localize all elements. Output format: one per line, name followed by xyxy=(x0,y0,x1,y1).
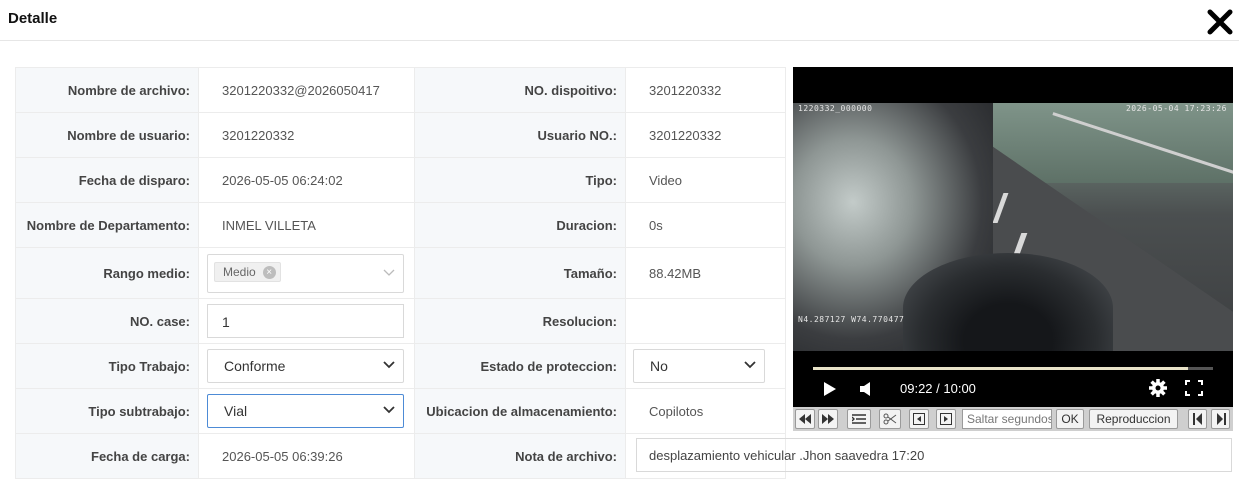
work-type-label: Tipo Trabajo: xyxy=(15,343,199,389)
file-name-label: Nombre de archivo: xyxy=(15,67,199,113)
progress-fill xyxy=(813,367,1188,370)
chevron-down-icon xyxy=(383,269,395,276)
work-subtype-value: Vial xyxy=(224,403,248,419)
rewind-button[interactable] xyxy=(795,409,815,429)
trigger-date-value: 2026-05-05 06:24:02 xyxy=(198,157,415,203)
fullscreen-icon[interactable] xyxy=(1185,380,1203,396)
osd-device: 1220332_000000 xyxy=(798,104,873,113)
close-icon[interactable] xyxy=(1207,9,1233,35)
ok-button[interactable]: OK xyxy=(1056,409,1084,429)
resolution-label: Resolucion: xyxy=(414,298,626,344)
table-row: Tipo Trabajo: Conforme Estado de protecc… xyxy=(15,343,786,389)
prev-frame-button[interactable] xyxy=(909,409,929,429)
media-range-label: Rango medio: xyxy=(15,247,199,299)
video-controls: 09:22 / 10:00 xyxy=(793,359,1233,407)
storage-value: Copilotos xyxy=(625,388,786,434)
first-button[interactable] xyxy=(1188,409,1207,429)
chevron-down-icon xyxy=(383,361,395,369)
upload-date-value: 2026-05-05 06:39:26 xyxy=(198,433,415,479)
detail-table: Nombre de archivo: 3201220332@2026050417… xyxy=(15,67,786,479)
progress-bar[interactable] xyxy=(813,367,1213,370)
table-row: Fecha de disparo: 2026-05-05 06:24:02 Ti… xyxy=(15,157,786,203)
table-row: Rango medio: Medio × Tamaño: 88.42MB xyxy=(15,247,786,299)
protection-label: Estado de proteccion: xyxy=(414,343,626,389)
list-icon xyxy=(851,414,866,424)
work-type-value: Conforme xyxy=(224,358,286,374)
size-label: Tamaño: xyxy=(414,247,626,299)
list-button[interactable] xyxy=(847,409,871,429)
file-name-value: 3201220332@2026050417 xyxy=(198,67,415,113)
rewind-icon xyxy=(799,414,811,424)
media-range-tag-label: Medio xyxy=(223,264,256,279)
skip-end-icon xyxy=(1216,413,1226,425)
scissors-icon xyxy=(883,413,897,425)
video-frame: 1220332_000000 2026-05-04 17:23:26 N4.28… xyxy=(793,103,1233,351)
type-value: Video xyxy=(625,157,786,203)
protection-value: No xyxy=(650,358,668,374)
size-value: 88.42MB xyxy=(625,247,786,299)
storage-label: Ubicacion de almacenamiento: xyxy=(414,388,626,434)
protection-select[interactable]: No xyxy=(633,349,765,383)
last-button[interactable] xyxy=(1211,409,1230,429)
playback-button[interactable]: Reproduccion xyxy=(1089,409,1178,429)
duration-label: Duracion: xyxy=(414,202,626,248)
media-range-tag: Medio × xyxy=(214,261,281,282)
user-no-value: 3201220332 xyxy=(625,112,786,158)
table-row: NO. case: 1 Resolucion: xyxy=(15,298,786,344)
note-value: desplazamiento vehicular .Jhon saavedra … xyxy=(649,448,925,463)
case-no-value: 1 xyxy=(222,314,230,330)
gear-icon[interactable] xyxy=(1148,378,1168,398)
trigger-date-label: Fecha de disparo: xyxy=(15,157,199,203)
prev-frame-icon xyxy=(913,413,925,425)
dialog-title: Detalle xyxy=(8,10,58,27)
skip-start-icon xyxy=(1192,413,1202,425)
playback-toolbar: Saltar segundos OK Reproduccion xyxy=(793,407,1233,431)
chevron-down-icon xyxy=(744,361,756,369)
seek-seconds-input[interactable]: Saltar segundos xyxy=(962,409,1052,429)
device-no-value: 3201220332 xyxy=(625,67,786,113)
department-value: INMEL VILLETA xyxy=(198,202,415,248)
case-no-label: NO. case: xyxy=(15,298,199,344)
next-frame-button[interactable] xyxy=(936,409,956,429)
play-icon[interactable] xyxy=(823,381,837,397)
next-frame-icon xyxy=(940,413,952,425)
clip-button[interactable] xyxy=(879,409,901,429)
upload-date-label: Fecha de carga: xyxy=(15,433,199,479)
dialog-header: Detalle xyxy=(0,0,1239,41)
department-label: Nombre de Departamento: xyxy=(15,202,199,248)
osd-datetime: 2026-05-04 17:23:26 xyxy=(1125,104,1227,113)
user-name-value: 3201220332 xyxy=(198,112,415,158)
fast-forward-button[interactable] xyxy=(818,409,838,429)
type-label: Tipo: xyxy=(414,157,626,203)
osd-coordinates: N4.287127 W74.770477 xyxy=(798,315,905,324)
table-row: Nombre de Departamento: INMEL VILLETA Du… xyxy=(15,202,786,248)
table-row: Nombre de archivo: 3201220332@2026050417… xyxy=(15,67,786,113)
user-name-label: Nombre de usuario: xyxy=(15,112,199,158)
media-range-select[interactable]: Medio × xyxy=(207,253,404,293)
duration-value: 0s xyxy=(625,202,786,248)
note-input[interactable]: desplazamiento vehicular .Jhon saavedra … xyxy=(636,438,1232,472)
work-type-select[interactable]: Conforme xyxy=(207,349,404,383)
fast-forward-icon xyxy=(822,414,834,424)
device-no-label: NO. dispoitivo: xyxy=(414,67,626,113)
volume-icon[interactable] xyxy=(859,381,873,397)
work-subtype-select[interactable]: Vial xyxy=(207,394,404,428)
note-label: Nota de archivo: xyxy=(414,433,626,479)
table-row: Nombre de usuario: 3201220332 Usuario NO… xyxy=(15,112,786,158)
resolution-value xyxy=(625,298,786,344)
user-no-label: Usuario NO.: xyxy=(414,112,626,158)
table-row: Tipo subtrabajo: Vial Ubicacion de almac… xyxy=(15,388,786,434)
time-display: 09:22 / 10:00 xyxy=(900,381,976,396)
chevron-down-icon xyxy=(383,406,395,414)
tag-remove-icon[interactable]: × xyxy=(262,265,276,279)
work-subtype-label: Tipo subtrabajo: xyxy=(15,388,199,434)
video-player[interactable]: 1220332_000000 2026-05-04 17:23:26 N4.28… xyxy=(793,67,1233,407)
case-no-input[interactable]: 1 xyxy=(207,304,404,338)
